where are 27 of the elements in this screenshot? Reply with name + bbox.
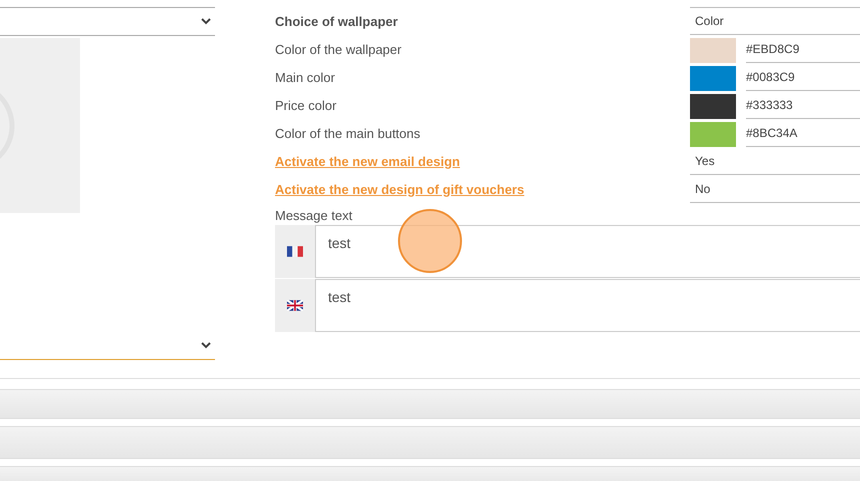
chevron-down-icon <box>201 18 211 25</box>
section-heading: Choice of wallpaper <box>275 12 399 31</box>
setting-value[interactable]: No <box>690 175 860 203</box>
color-swatch[interactable] <box>690 94 736 119</box>
text-area[interactable]: test <box>315 225 860 278</box>
hex-code[interactable]: #333333 <box>746 91 860 119</box>
collapsed-panel[interactable] <box>0 426 860 459</box>
hex-code[interactable]: #8BC34A <box>746 119 860 147</box>
hex-code[interactable]: #EBD8C9 <box>746 35 860 63</box>
hex-code[interactable]: #0083C9 <box>746 63 860 91</box>
british-flag-icon <box>287 300 303 311</box>
dropdown[interactable] <box>0 7 215 36</box>
color-swatch[interactable] <box>690 122 736 147</box>
color-swatch[interactable] <box>690 38 736 63</box>
text-area[interactable]: test <box>315 279 860 332</box>
setting-label: Main color <box>275 68 336 86</box>
chevron-down-icon <box>201 342 211 348</box>
setting-value[interactable]: Yes <box>690 147 860 175</box>
collapsed-panel[interactable] <box>0 466 860 481</box>
setting-label: Price color <box>275 96 338 114</box>
setting-value[interactable]: Color <box>690 7 860 35</box>
collapsed-panel[interactable] <box>0 389 860 419</box>
field-label: Message text <box>275 208 354 224</box>
setting-label: Color of the main buttons <box>275 124 422 142</box>
setting-label: Color of the wallpaper <box>275 40 402 59</box>
french-flag-icon <box>287 246 303 257</box>
color-swatch[interactable] <box>690 66 736 91</box>
